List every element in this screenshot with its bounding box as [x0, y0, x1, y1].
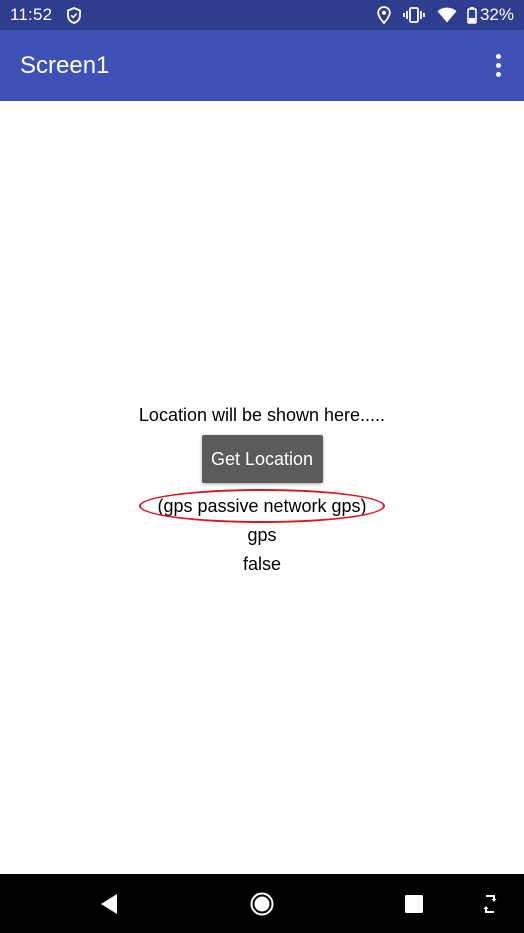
- get-location-button[interactable]: Get Location: [201, 435, 323, 483]
- home-icon: [250, 892, 274, 915]
- status-time: 11:52: [10, 5, 53, 24]
- vibrate-icon: [403, 7, 425, 23]
- providers-highlight: (gps passive network gps): [139, 489, 385, 523]
- rotate-icon: [483, 894, 497, 913]
- app-bar: Screen1: [0, 30, 524, 101]
- app-title: Screen1: [20, 51, 110, 79]
- overflow-menu-icon[interactable]: [488, 46, 508, 86]
- back-icon: [101, 893, 117, 914]
- recents-icon: [405, 894, 423, 913]
- location-pin-icon: [377, 6, 391, 24]
- wifi-icon: [437, 7, 457, 23]
- rotate-button[interactable]: [460, 874, 520, 933]
- provider-label: gps: [247, 525, 277, 545]
- status-right: 32%: [365, 5, 514, 25]
- navigation-bar: [0, 874, 524, 933]
- screen-content: Location will be shown here..... Get Loc…: [0, 101, 524, 874]
- enabled-label: false: [242, 554, 282, 574]
- recents-button[interactable]: [384, 874, 444, 933]
- location-label: Location will be shown here.....: [138, 405, 386, 425]
- back-button[interactable]: [79, 874, 139, 933]
- center-column: Location will be shown here..... Get Loc…: [0, 401, 524, 579]
- red-highlight-ellipse: [139, 489, 385, 523]
- home-button[interactable]: [232, 874, 292, 933]
- status-left: 11:52: [10, 5, 82, 25]
- battery-percent: 32%: [479, 5, 514, 24]
- shield-icon: [67, 6, 82, 24]
- battery-icon: [467, 6, 477, 24]
- status-bar: 11:52 32%: [0, 0, 524, 30]
